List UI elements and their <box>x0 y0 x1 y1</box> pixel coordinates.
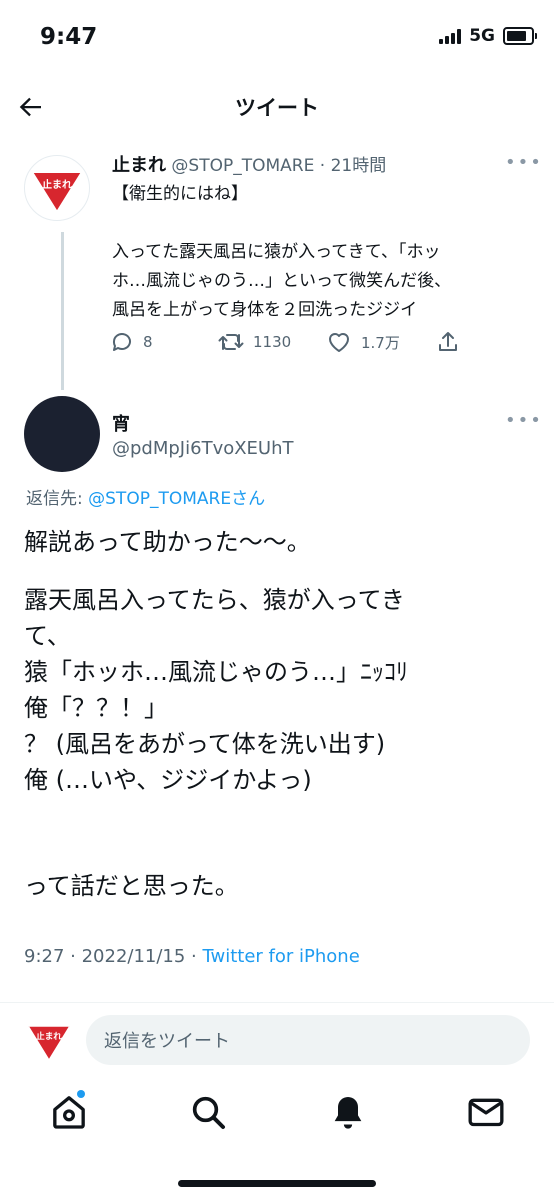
tweet-timestamp: 9:27 · 2022/11/15 · Twitter for iPhone <box>24 946 360 967</box>
share-button[interactable] <box>436 330 460 354</box>
messages-icon[interactable] <box>466 1092 506 1132</box>
stop-sign-icon-small: 止まれ <box>27 1025 71 1062</box>
retweet-icon <box>218 334 244 350</box>
reply-text-body: 露天風呂入ってたら、猿が入ってき て、 猿「ホッホ…風流じゃのう…」ﾆｯｺﾘ 俺… <box>24 586 408 794</box>
reply-author-handle[interactable]: @pdMpJi6TvoXEUhT <box>112 438 294 459</box>
retweet-button[interactable]: 1130 <box>218 330 326 354</box>
author-name[interactable]: 止まれ <box>112 155 166 176</box>
like-count: 1.7万 <box>361 333 400 352</box>
stop-sign-text: 止まれ <box>42 178 72 191</box>
reply-text-line1: 解説あって助かった〜〜。 <box>24 528 311 556</box>
reply-count: 8 <box>143 333 153 351</box>
reply-bar-divider <box>0 1002 554 1003</box>
tweet-text: 【衛生的にはね】 入ってた露天風呂に猿が入ってきて、「ホッ ホ…風流じゃのう…」… <box>112 184 452 320</box>
back-arrow-icon[interactable] <box>16 92 46 122</box>
home-indicator <box>178 1180 376 1187</box>
reply-author-name[interactable]: 宵 <box>112 410 130 436</box>
reply-to-link[interactable]: @STOP_TOMAREさん <box>88 489 265 509</box>
tweet-header: 止まれ @STOP_TOMARE · 21時間 <box>112 155 387 176</box>
status-time: 9:47 <box>40 24 98 50</box>
new-tweets-indicator <box>77 1090 85 1098</box>
author-avatar[interactable]: 止まれ <box>24 155 90 221</box>
page-title: ツイート <box>235 96 319 120</box>
retweet-count: 1130 <box>253 333 292 351</box>
signal-icon <box>439 28 462 44</box>
stop-sign-text-small: 止まれ <box>36 1030 62 1042</box>
reply-to-label: 返信先: <box>26 489 89 509</box>
author-handle[interactable]: @STOP_TOMARE <box>171 156 314 176</box>
notifications-icon[interactable] <box>328 1092 368 1132</box>
reply-more-options-icon[interactable]: ••• <box>505 410 543 431</box>
reply-icon <box>112 333 131 351</box>
source-link[interactable]: Twitter for iPhone <box>203 946 360 967</box>
reply-text-closing: って話だと思った。 <box>24 872 239 900</box>
reply-input[interactable]: 返信をツイート <box>86 1015 530 1065</box>
search-icon[interactable] <box>188 1092 228 1132</box>
more-options-icon[interactable]: ••• <box>505 152 543 173</box>
reply-to-line: 返信先: @STOP_TOMAREさん <box>26 484 265 509</box>
reply-button[interactable]: 8 <box>110 330 218 354</box>
share-icon <box>439 332 457 351</box>
stop-sign-icon: 止まれ <box>31 171 83 213</box>
network-label: 5G <box>469 26 495 46</box>
battery-icon <box>503 27 537 45</box>
heart-icon <box>329 333 349 352</box>
status-indicators: 5G <box>439 26 537 46</box>
tweet-actions: 8 1130 1.7万 <box>110 330 460 354</box>
tweet-time[interactable]: 21時間 <box>331 156 387 176</box>
timestamp-text: 9:27 · 2022/11/15 · <box>24 946 203 967</box>
reply-author-avatar[interactable] <box>24 396 100 472</box>
like-button[interactable]: 1.7万 <box>326 330 436 354</box>
my-avatar[interactable]: 止まれ <box>24 1015 74 1065</box>
thread-line <box>61 232 64 390</box>
home-icon[interactable] <box>49 1092 89 1132</box>
